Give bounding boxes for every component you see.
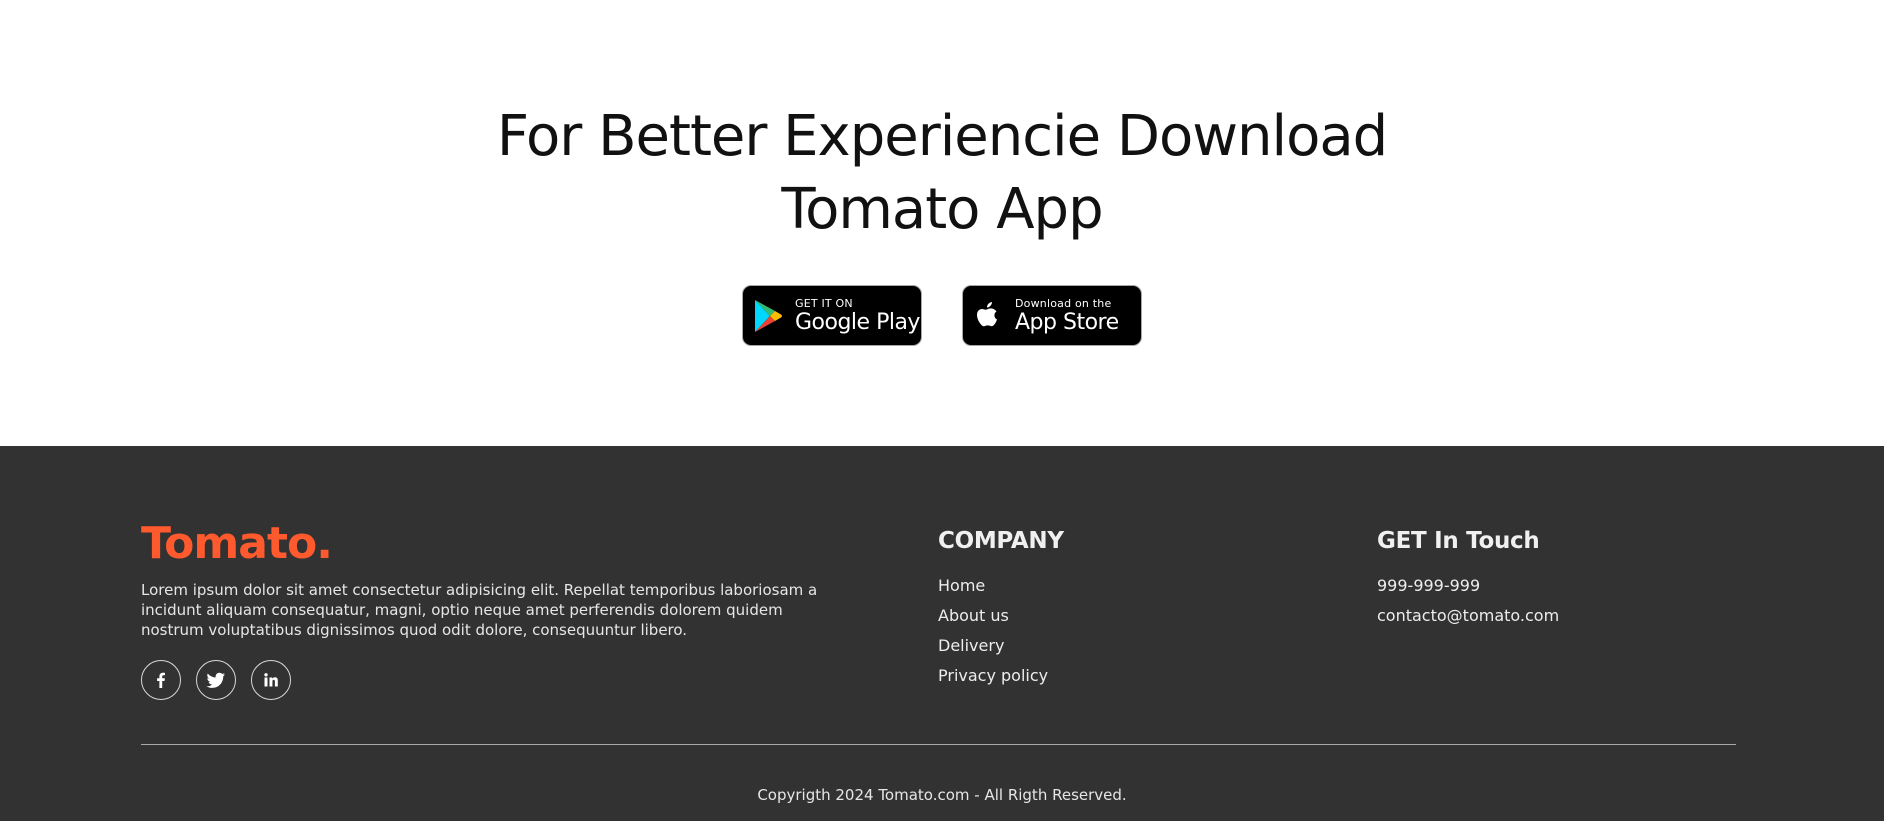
- contact-email: contacto@tomato.com: [1377, 606, 1560, 625]
- footer-link-privacy[interactable]: Privacy policy: [938, 666, 1048, 686]
- contact-list: 999-999-999 contacto@tomato.com: [1377, 576, 1559, 636]
- google-play-label: Google Play: [795, 309, 920, 335]
- facebook-link[interactable]: [141, 660, 181, 700]
- google-play-small-text: GET IT ON: [795, 296, 853, 310]
- facebook-icon: [157, 672, 165, 688]
- store-buttons: GET IT ON Google Play Download on the Ap…: [0, 285, 1884, 346]
- app-store-small-text: Download on the: [1015, 296, 1112, 310]
- linkedin-link[interactable]: [251, 660, 291, 700]
- contact-heading: GET In Touch: [1377, 528, 1540, 554]
- twitter-link[interactable]: [196, 660, 236, 700]
- copyright-text: Copyrigth 2024 Tomato.com - All Rigth Re…: [757, 786, 1127, 804]
- google-play-button[interactable]: GET IT ON Google Play: [742, 285, 922, 346]
- app-store-label: App Store: [1015, 309, 1119, 335]
- footer-divider: [141, 744, 1736, 745]
- apple-icon: [973, 297, 1007, 335]
- footer-link-about[interactable]: About us: [938, 606, 1048, 626]
- footer-description: Lorem ipsum dolor sit amet consectetur a…: [141, 581, 818, 639]
- footer-link-home[interactable]: Home: [938, 576, 1048, 596]
- company-heading: COMPANY: [938, 528, 1064, 554]
- twitter-icon: [206, 672, 225, 688]
- app-download-title: For Better Experiencie Download Tomato A…: [0, 100, 1884, 246]
- app-download-section: For Better Experiencie Download Tomato A…: [0, 0, 1884, 446]
- footer-logo[interactable]: Tomato.: [141, 518, 333, 569]
- footer-link-delivery[interactable]: Delivery: [938, 636, 1048, 656]
- footer: Tomato. Lorem ipsum dolor sit amet conse…: [0, 446, 1884, 821]
- social-links: [141, 660, 291, 700]
- app-download-title-line2: Tomato App: [781, 177, 1103, 242]
- company-links: Home About us Delivery Privacy policy: [938, 576, 1048, 696]
- google-play-icon: [753, 297, 787, 335]
- app-download-title-line1: For Better Experiencie Download: [496, 104, 1388, 169]
- contact-phone: 999-999-999: [1377, 576, 1481, 595]
- app-store-button[interactable]: Download on the App Store: [962, 285, 1142, 346]
- linkedin-icon: [264, 673, 278, 687]
